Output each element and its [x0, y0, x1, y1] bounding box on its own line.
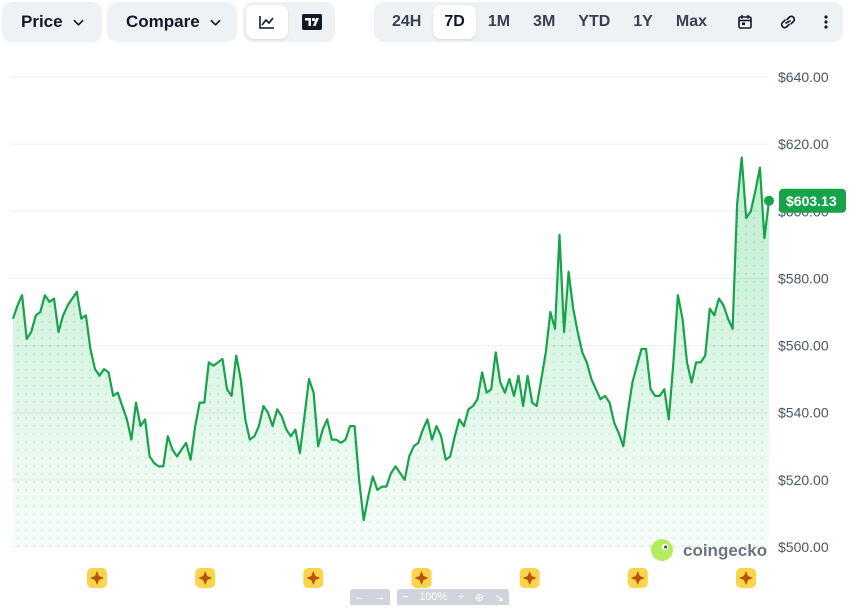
y-tick-label: $640.00	[778, 69, 829, 85]
y-tick-label: $580.00	[778, 270, 829, 286]
chart-pan-controls: ← →	[350, 589, 390, 605]
pan-right-button[interactable]: →	[375, 591, 386, 603]
event-marker-icon[interactable]	[411, 568, 432, 588]
link-icon	[780, 15, 796, 29]
area-dot-pattern	[13, 157, 769, 547]
calendar-icon	[738, 14, 752, 29]
range-options: 24H 7D 1M 3M YTD 1Y Max	[381, 5, 718, 39]
y-tick-label: $620.00	[778, 136, 829, 152]
line-chart-icon	[259, 16, 274, 29]
current-price-indicator: $603.13	[764, 188, 846, 213]
coingecko-logo	[651, 539, 673, 561]
y-tick-label: $560.00	[778, 338, 829, 354]
reset-zoom-icon[interactable]: ↘	[494, 591, 503, 604]
download-icon[interactable]: ⊕	[475, 591, 484, 604]
date-range-button[interactable]	[726, 5, 764, 39]
tradingview-chart-button[interactable]	[292, 5, 332, 39]
line-chart-button[interactable]	[246, 5, 288, 39]
zoom-in-button[interactable]: +	[458, 591, 464, 603]
coingecko-wordmark: coingecko	[683, 541, 767, 560]
time-range-selector: 24H 7D 1M 3M YTD 1Y Max	[374, 2, 843, 42]
chart-toolbar: Price Compare 24H 7D 1M 3M YTD 1Y Max	[0, 0, 860, 46]
event-marker-icon[interactable]	[519, 568, 540, 588]
zoom-level: 100%	[419, 591, 448, 603]
current-price-label: $603.13	[786, 193, 837, 209]
price-area	[11, 156, 771, 547]
compare-dropdown[interactable]: Compare	[107, 2, 237, 42]
range-option-1m[interactable]: 1M	[477, 5, 521, 39]
price-chart: $640.00$620.00$600.00$580.00$560.00$540.…	[0, 46, 860, 610]
y-tick-label: $500.00	[778, 539, 829, 555]
price-dropdown-label: Price	[21, 12, 63, 31]
event-markers	[87, 568, 756, 588]
chevron-down-icon	[210, 19, 221, 26]
more-vertical-icon	[824, 15, 828, 29]
event-marker-icon[interactable]	[87, 568, 107, 588]
range-option-max[interactable]: Max	[665, 5, 718, 39]
price-chart-svg: $640.00$620.00$600.00$580.00$560.00$540.…	[10, 69, 846, 588]
event-marker-icon[interactable]	[303, 568, 324, 588]
price-dropdown[interactable]: Price	[2, 2, 102, 42]
chart-zoom-controls: − 100% + ⊕ ↘	[397, 589, 509, 605]
y-tick-label: $520.00	[778, 472, 829, 488]
share-link-button[interactable]	[768, 5, 808, 39]
pan-left-button[interactable]: ←	[355, 591, 366, 603]
y-tick-label: $540.00	[778, 405, 829, 421]
event-marker-icon[interactable]	[736, 568, 756, 588]
range-option-3m[interactable]: 3M	[522, 5, 566, 39]
range-option-7d[interactable]: 7D	[433, 5, 476, 39]
event-marker-icon[interactable]	[627, 568, 648, 588]
current-price-dot	[764, 195, 774, 206]
chevron-down-icon	[73, 19, 84, 26]
more-options-button[interactable]	[812, 5, 840, 39]
compare-dropdown-label: Compare	[126, 12, 200, 31]
range-option-1y[interactable]: 1Y	[622, 5, 664, 39]
zoom-out-button[interactable]: −	[402, 591, 408, 603]
chart-type-toggle	[243, 2, 335, 42]
coingecko-watermark: coingecko	[651, 539, 767, 561]
range-option-ytd[interactable]: YTD	[567, 5, 621, 39]
y-axis: $640.00$620.00$600.00$580.00$560.00$540.…	[778, 69, 829, 555]
tradingview-icon	[302, 14, 322, 30]
range-option-24h[interactable]: 24H	[381, 5, 432, 39]
event-marker-icon[interactable]	[195, 568, 216, 588]
